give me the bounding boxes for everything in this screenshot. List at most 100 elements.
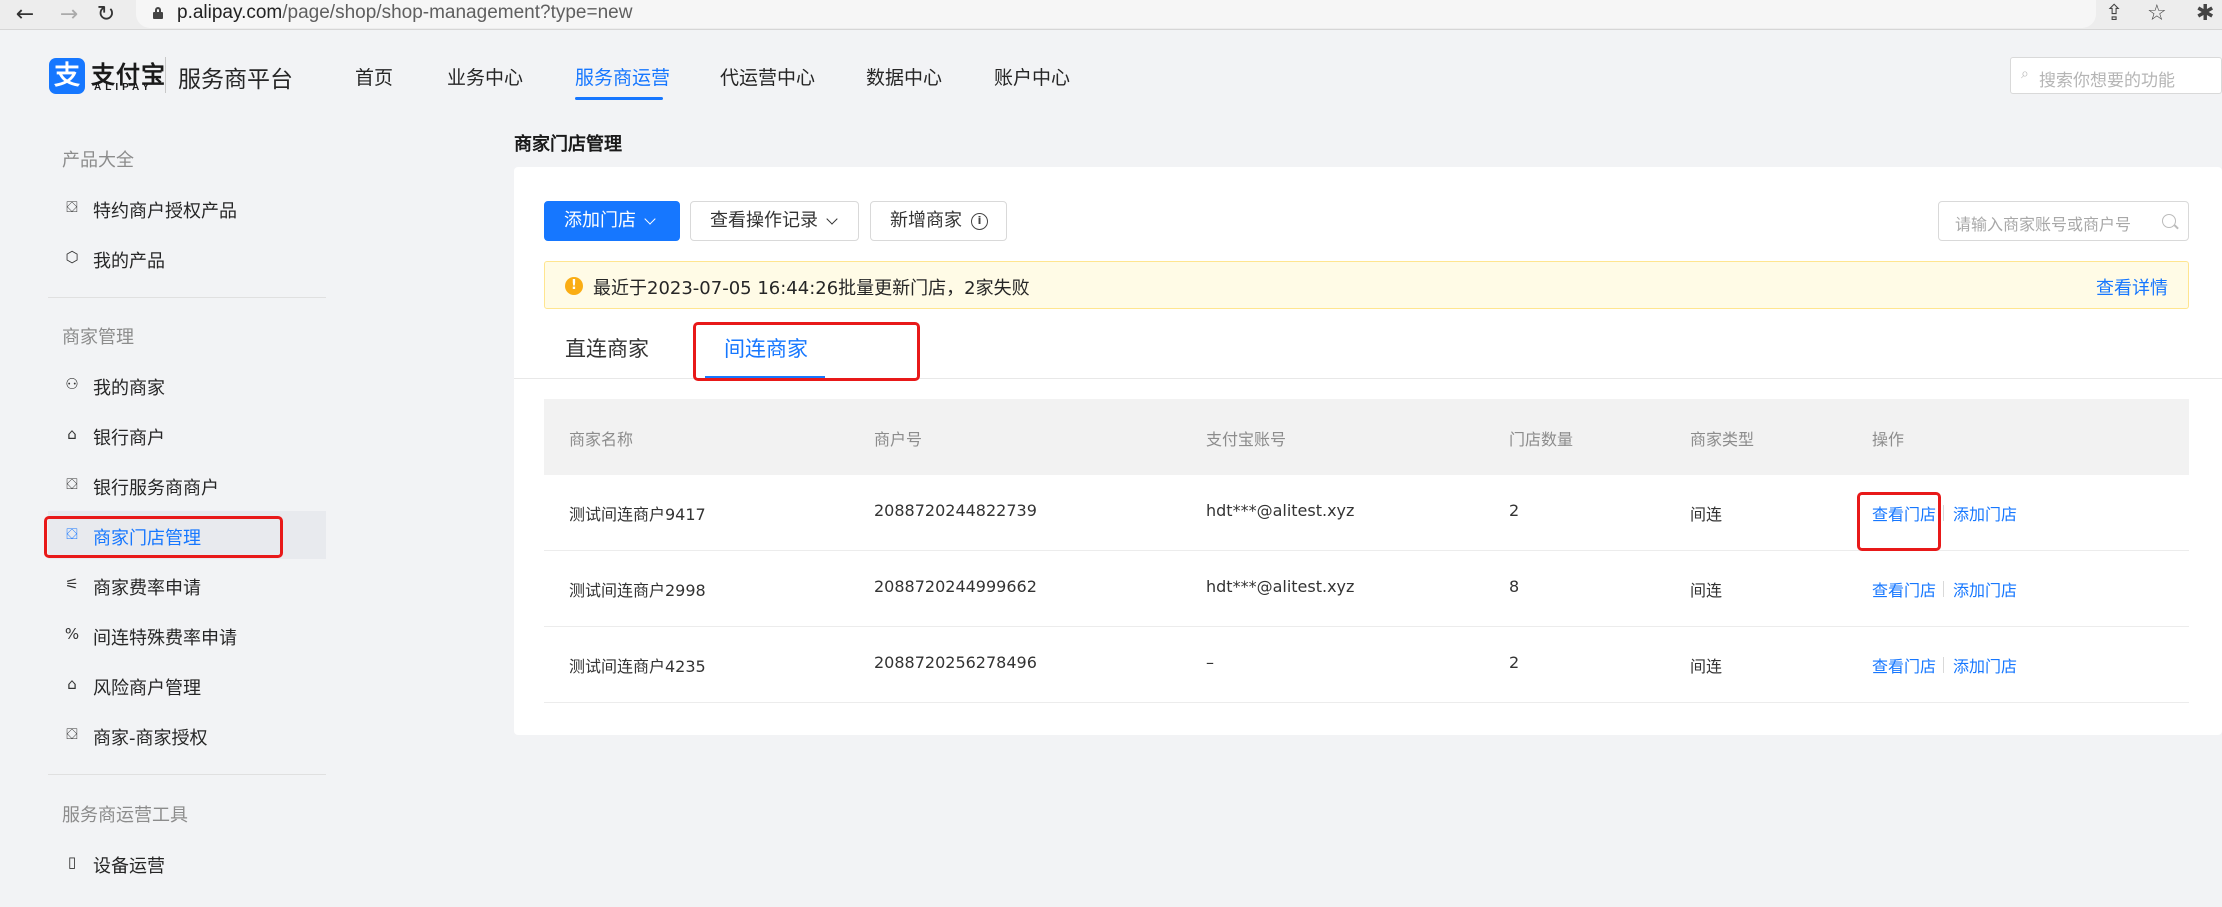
new-merchant-label: 新增商家 — [890, 210, 962, 231]
forward-icon[interactable]: → — [56, 3, 82, 27]
merchant-type: 间连 — [1690, 505, 1723, 524]
sidebar-item-label: 商家-商家授权 — [93, 728, 208, 749]
sidebar-item-special-merchant-products[interactable]: ⛋ 特约商户授权产品 — [48, 184, 326, 232]
add-store-link[interactable]: 添加门店 — [1953, 577, 2017, 601]
house-icon: ⌂ — [67, 675, 77, 693]
merchant-search-placeholder: 请输入商家账号或商户号 — [1955, 215, 2132, 234]
merchant-table: 商家名称 商户号 支付宝账号 门店数量 商家类型 操作 测试间连商户9417 2… — [544, 399, 2189, 703]
sidebar-item-label: 特约商户授权产品 — [93, 201, 237, 222]
highlight-sidebar-store-management — [44, 516, 283, 558]
search-icon[interactable] — [2162, 214, 2176, 228]
info-icon[interactable]: i — [971, 213, 988, 230]
sidebar-item-label: 设备运营 — [93, 856, 165, 877]
add-store-link[interactable]: 添加门店 — [1953, 501, 2017, 525]
top-nav-data[interactable]: 数据中心 — [866, 63, 942, 90]
alipay-account: hdt***@alitest.xyz — [1206, 577, 1355, 596]
merchant-type: 间连 — [1690, 581, 1723, 600]
view-details-link[interactable]: 查看详情 — [2096, 274, 2168, 300]
merchant-type: 间连 — [1690, 657, 1723, 676]
sidebar-divider — [48, 297, 326, 298]
search-icon: ⌕ — [2021, 66, 2029, 82]
table-row: 测试间连商户9417 2088720244822739 hdt***@alite… — [544, 475, 2189, 551]
store-icon: ⛋ — [66, 198, 78, 216]
merchant-name: 测试间连商户9417 — [569, 505, 706, 524]
view-stores-link[interactable]: 查看门店 — [1872, 577, 1936, 601]
view-records-label: 查看操作记录 — [710, 210, 818, 231]
sidebar-item-my-merchants[interactable]: ⚇ 我的商家 — [48, 361, 326, 409]
global-search-input[interactable]: ⌕ 搜索你想要的功能 — [2010, 57, 2222, 94]
sidebar-section-products: 产品大全 — [62, 150, 134, 171]
view-records-button[interactable]: 查看操作记录 — [690, 201, 859, 241]
lock-icon — [153, 7, 163, 19]
merchant-name: 测试间连商户4235 — [569, 657, 706, 676]
top-nav-home[interactable]: 首页 — [355, 63, 393, 90]
new-merchant-button[interactable]: 新增商家 i — [870, 201, 1007, 241]
sidebar-item-label: 商家费率申请 — [93, 578, 201, 599]
sidebar-item-label: 我的产品 — [93, 251, 165, 272]
logo-divider — [165, 57, 166, 93]
warning-icon: ! — [565, 277, 583, 295]
sidebar-item-bank-provider-merchants[interactable]: ⛋ 银行服务商商户 — [48, 461, 326, 509]
column-header: 操作 — [1872, 430, 1905, 449]
chevron-down-icon — [644, 213, 656, 225]
sidebar-section-merchant-mgmt: 商家管理 — [62, 327, 134, 348]
merchant-search-input[interactable]: 请输入商家账号或商户号 — [1938, 201, 2189, 241]
column-header: 商户号 — [874, 430, 923, 449]
share-icon[interactable]: ⇪ — [2105, 2, 2123, 26]
bank-icon: ⌂ — [67, 425, 77, 443]
user-icon: ⚇ — [65, 375, 79, 393]
sidebar-item-bank-merchants[interactable]: ⌂ 银行商户 — [48, 411, 326, 459]
tab-direct-merchants[interactable]: 直连商家 — [565, 333, 649, 363]
global-search-placeholder: 搜索你想要的功能 — [2039, 71, 2175, 91]
table-row: 测试间连商户2998 2088720244999662 hdt***@alite… — [544, 551, 2189, 627]
store-count: 2 — [1509, 501, 1520, 520]
app-header — [0, 30, 2222, 120]
sidebar-item-risk-merchants[interactable]: ⌂ 风险商户管理 — [48, 661, 326, 709]
sidebar-item-merchant-authorization[interactable]: ⛋ 商家-商家授权 — [48, 711, 326, 759]
action-separator — [1943, 581, 1944, 597]
store-icon: ⛋ — [66, 475, 78, 493]
add-store-button[interactable]: 添加门店 — [544, 201, 680, 241]
sidebar-item-label: 银行服务商商户 — [93, 478, 219, 499]
alert-message: 最近于2023-07-05 16:44:26批量更新门店，2家失败 — [593, 278, 1030, 299]
top-nav-business[interactable]: 业务中心 — [447, 63, 523, 90]
percent-icon: % — [64, 625, 80, 643]
top-nav-provider-ops[interactable]: 服务商运营 — [575, 63, 670, 90]
sidebar-item-my-products[interactable]: ⬡ 我的产品 — [48, 234, 326, 282]
column-header: 商家类型 — [1690, 430, 1755, 449]
view-stores-link[interactable]: 查看门店 — [1872, 653, 1936, 677]
star-icon[interactable]: ☆ — [2147, 2, 2167, 26]
sidebar-item-device-ops[interactable]: ▯ 设备运营 — [48, 839, 326, 887]
extension-icon[interactable]: ✱ — [2196, 2, 2214, 26]
browser-toolbar: ← → ↻ p.alipay.com/page/shop/shop-manage… — [0, 0, 2222, 30]
store-count: 8 — [1509, 577, 1520, 596]
page-title: 商家门店管理 — [514, 134, 622, 155]
alipay-account: – — [1206, 653, 1214, 672]
add-store-link[interactable]: 添加门店 — [1953, 653, 2017, 677]
rate-icon: ⚟ — [65, 575, 79, 593]
sidebar-item-rate-application[interactable]: ⚟ 商家费率申请 — [48, 561, 326, 609]
sidebar-section-tools: 服务商运营工具 — [62, 805, 188, 826]
action-separator — [1943, 505, 1944, 521]
top-nav-agency-ops[interactable]: 代运营中心 — [720, 63, 815, 90]
device-icon: ▯ — [67, 853, 77, 871]
url-text[interactable]: p.alipay.com/page/shop/shop-management?t… — [177, 2, 632, 24]
batch-update-alert: ! 最近于2023-07-05 16:44:26批量更新门店，2家失败 查看详情 — [544, 261, 2189, 309]
top-nav-account[interactable]: 账户中心 — [994, 63, 1070, 90]
highlight-view-stores — [1857, 492, 1941, 551]
store-count: 2 — [1509, 653, 1520, 672]
sidebar-divider — [48, 774, 326, 775]
add-store-label: 添加门店 — [564, 210, 636, 231]
sidebar-item-special-rate[interactable]: % 间连特殊费率申请 — [48, 611, 326, 659]
merchant-id: 2088720244822739 — [874, 501, 1037, 520]
table-row: 测试间连商户4235 2088720256278496 – 2 间连 查看门店 … — [544, 627, 2189, 703]
reload-icon[interactable]: ↻ — [93, 3, 119, 27]
sidebar-item-label: 风险商户管理 — [93, 678, 201, 699]
alipay-logo-icon[interactable]: 支 — [49, 58, 85, 94]
cube-icon: ⬡ — [65, 248, 79, 266]
merchant-id: 2088720244999662 — [874, 577, 1037, 596]
column-header: 商家名称 — [569, 430, 634, 449]
alipay-account: hdt***@alitest.xyz — [1206, 501, 1355, 520]
back-icon[interactable]: ← — [12, 3, 38, 27]
chevron-down-icon — [826, 213, 838, 225]
